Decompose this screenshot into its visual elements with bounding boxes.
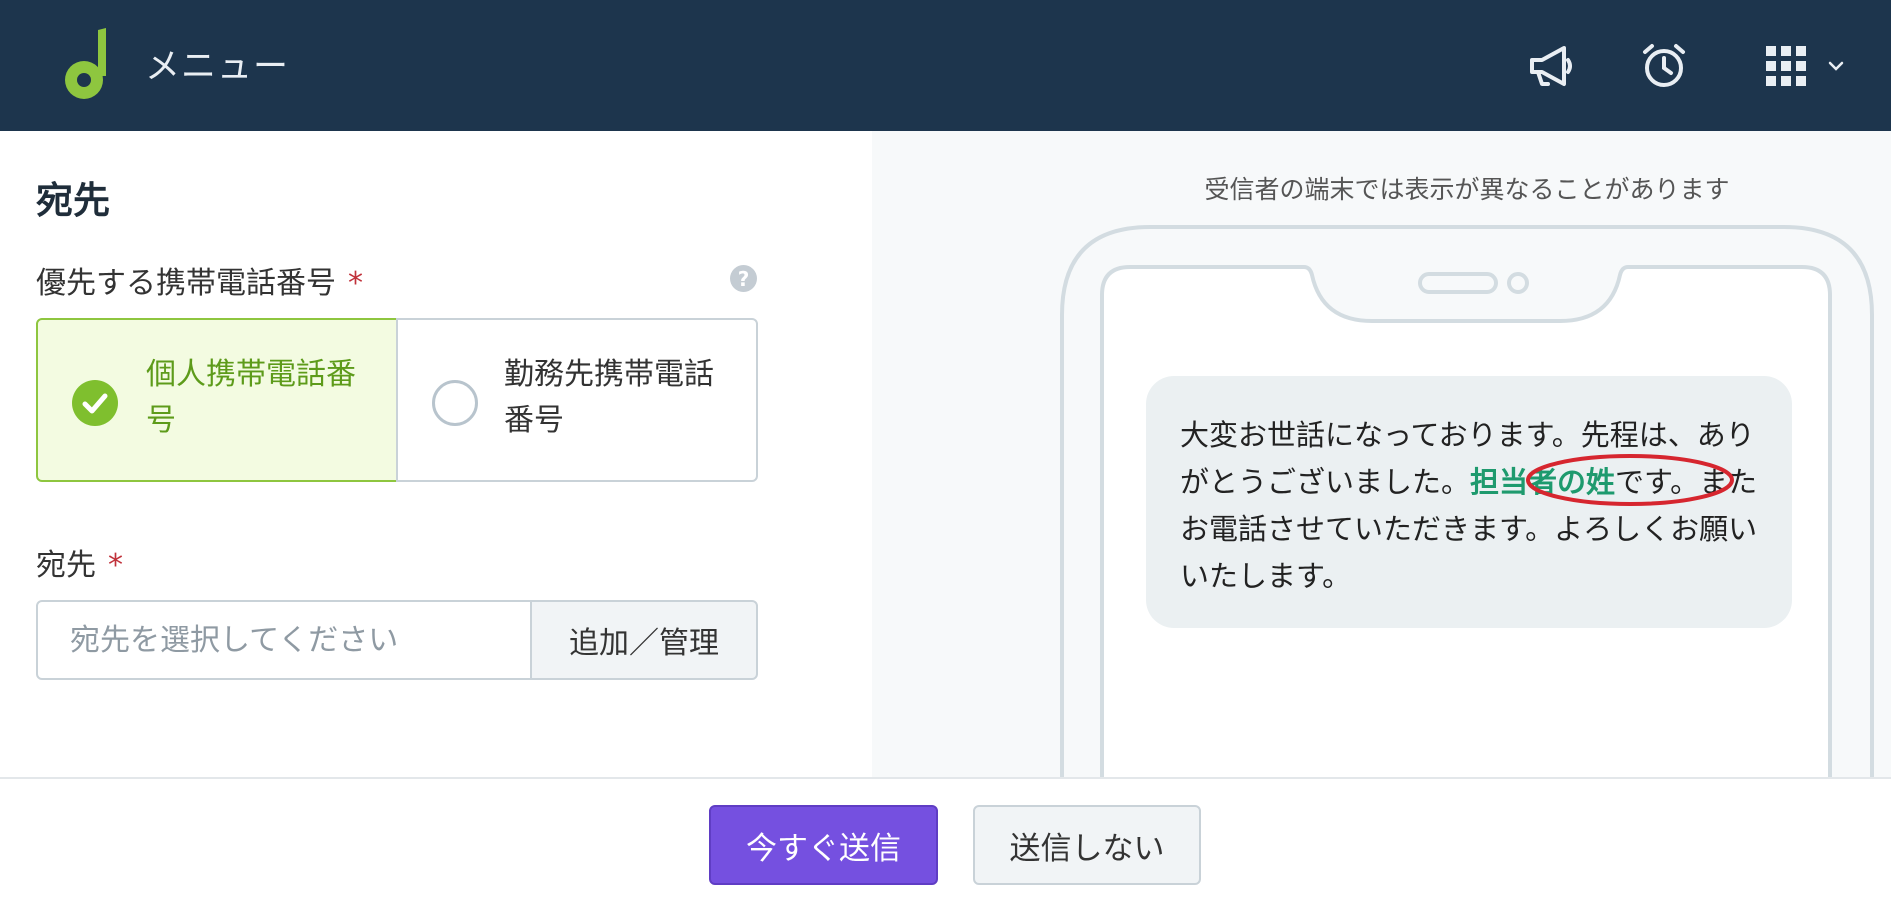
required-mark: * (348, 266, 363, 301)
chevron-down-icon[interactable] (1826, 56, 1846, 76)
recipient-label: 宛先 * (36, 548, 123, 583)
top-navigation-bar: メニュー (0, 0, 1891, 131)
annotation-oval (1524, 452, 1736, 508)
radio-empty-icon (432, 380, 478, 426)
recipient-input[interactable] (36, 600, 532, 680)
option-label: 個人携帯電話番号 (146, 357, 356, 438)
footer-bar (0, 777, 1891, 901)
apps-grid-icon[interactable] (1760, 40, 1812, 92)
add-manage-button[interactable]: 追加／管理 (530, 600, 758, 680)
check-circle-icon (72, 380, 118, 426)
help-icon[interactable]: ? (730, 265, 757, 292)
megaphone-icon[interactable] (1524, 40, 1576, 92)
option-label: 勤務先携帯電話番号 (504, 357, 714, 438)
phone-priority-label: 優先する携帯電話番号 * (36, 266, 363, 301)
option-personal-mobile[interactable]: 個人携帯電話番号 (36, 318, 398, 482)
menu-label[interactable]: メニュー (145, 38, 289, 89)
alarm-clock-icon[interactable] (1638, 40, 1690, 92)
logo-icon[interactable] (62, 28, 112, 102)
send-now-button[interactable]: 今すぐ送信 (709, 805, 938, 885)
option-work-mobile[interactable]: 勤務先携帯電話番号 (396, 318, 758, 482)
required-mark: * (108, 548, 123, 583)
section-title: 宛先 (36, 179, 110, 222)
preview-note: 受信者の端末では表示が異なることがあります (1204, 175, 1730, 204)
dont-send-button[interactable]: 送信しない (973, 805, 1201, 885)
